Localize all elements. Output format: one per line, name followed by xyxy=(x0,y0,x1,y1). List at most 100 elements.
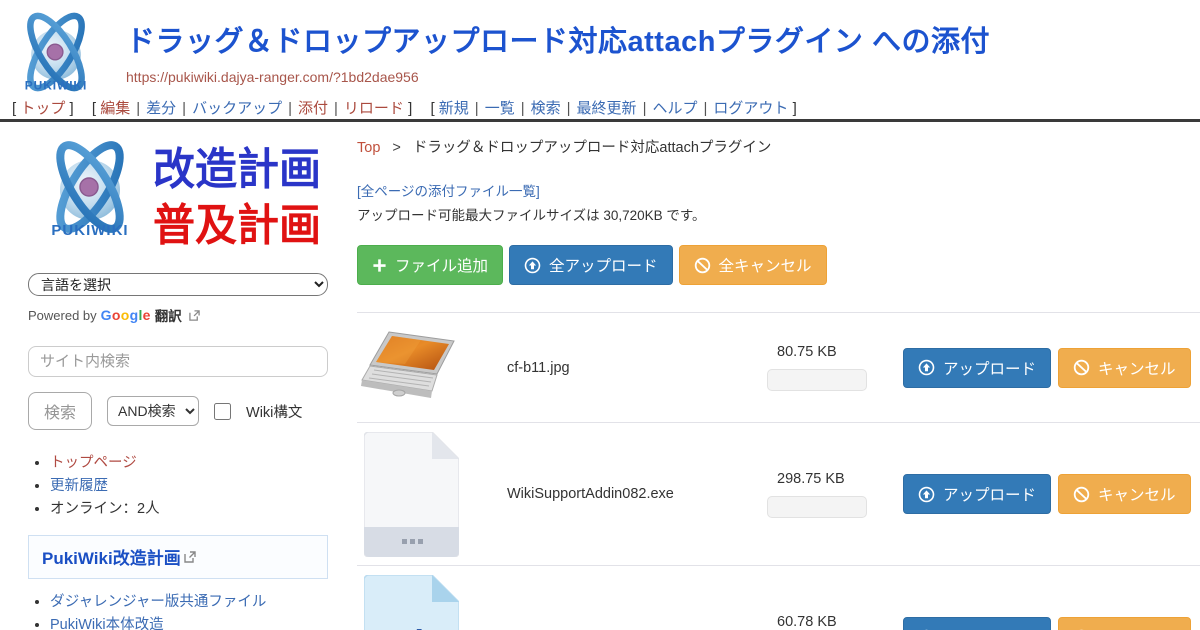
top-navbar: [ トップ ] [ 編集 | 差分 | バックアップ | 添付 | リロード ] [ 新規 | 一覧… xyxy=(0,92,1200,119)
add-file-label: ファイル追加 xyxy=(395,254,488,276)
external-link-icon xyxy=(189,310,200,321)
file-size: 80.75 KB xyxy=(767,344,885,360)
upload-all-button[interactable]: 全アップロード xyxy=(509,245,673,285)
upload-toolbar: ファイル追加 全アップロード 全キャンセル xyxy=(357,245,1200,285)
bracket: ] xyxy=(408,100,412,117)
cancel-button[interactable]: キャンセル xyxy=(1058,617,1191,630)
all-pages-attach-list-link[interactable]: [全ページの添付ファイル一覧] xyxy=(357,184,540,199)
upload-circle-icon xyxy=(524,257,541,274)
nav-help[interactable]: ヘルプ xyxy=(652,100,697,117)
site-search-input[interactable] xyxy=(28,346,328,377)
separator: | xyxy=(334,100,338,117)
separator: | xyxy=(475,100,479,117)
nav-attach[interactable]: 添付 xyxy=(298,100,328,117)
ban-icon xyxy=(1073,486,1090,503)
nav-recent[interactable]: 最終更新 xyxy=(577,100,637,117)
separator: | xyxy=(288,100,292,117)
external-link-icon xyxy=(184,551,196,563)
file-name: WikiSupportAddin082.exe xyxy=(507,486,767,502)
search-button[interactable]: 検索 xyxy=(28,392,92,430)
separator: | xyxy=(703,100,707,117)
generic-file-icon xyxy=(364,432,459,557)
plus-icon xyxy=(372,258,387,273)
breadcrumb: Top > ドラッグ＆ドロップアップロード対応attachプラグイン xyxy=(357,136,1200,157)
search-mode-select[interactable]: AND検索 xyxy=(107,396,199,426)
breadcrumb-current-page: ドラッグ＆ドロップアップロード対応attachプラグイン xyxy=(413,140,772,156)
cancel-label: キャンセル xyxy=(1098,483,1176,505)
cancel-label: キャンセル xyxy=(1098,626,1176,630)
nav-top[interactable]: トップ xyxy=(20,100,65,117)
file-row: cf-b11.jpg 80.75 KB アップロード xyxy=(357,312,1200,422)
cancel-label: キャンセル xyxy=(1098,357,1176,379)
file-size: 60.78 KB xyxy=(767,614,885,630)
language-select[interactable]: 言語を選択 xyxy=(28,273,328,296)
file-name: cf-b11.jpg xyxy=(507,360,767,376)
upload-circle-icon xyxy=(918,486,935,503)
sidebar-item-update-history[interactable]: 更新履歴 xyxy=(50,478,108,494)
page-header: PUKIWIKI ドラッグ＆ドロップアップロード対応attachプラグイン への… xyxy=(0,0,1200,92)
cancel-button[interactable]: キャンセル xyxy=(1058,348,1191,388)
pukiwiki-atom-logo[interactable]: PUKIWIKI xyxy=(10,6,102,98)
cancel-all-label: 全キャンセル xyxy=(719,254,812,276)
sidebar: PUKIWIKI 改造計画 普及計画 言語を選択 Powered by Goog… xyxy=(0,122,345,630)
nav-diff[interactable]: 差分 xyxy=(146,100,176,117)
nav-backup[interactable]: バックアップ xyxy=(192,100,282,117)
page-url: https://pukiwiki.dajya-ranger.com/?1bd2d… xyxy=(126,69,990,85)
upload-label: アップロード xyxy=(943,626,1036,630)
nav-edit[interactable]: 編集 xyxy=(100,100,130,117)
online-count: オンライン：2人 xyxy=(50,501,160,517)
sidebar-item-top-page[interactable]: トップページ xyxy=(50,455,137,471)
list-item: ダジャレンジャー版共通ファイル xyxy=(50,592,345,614)
code-glyph: </> xyxy=(371,621,450,630)
google-translate-credit: Powered by Google 翻訳 xyxy=(28,305,345,325)
file-row: WikiSupportAddin082.exe 298.75 KB アップロード xyxy=(357,422,1200,565)
bracket: [ xyxy=(12,100,16,117)
nav-logout[interactable]: ログアウト xyxy=(713,100,788,117)
upload-progress-bar xyxy=(767,496,867,518)
ban-icon xyxy=(694,257,711,274)
list-item: オンライン：2人 xyxy=(50,499,345,521)
pukiwiki-kaizo-link[interactable]: PukiWiki改造計画 xyxy=(42,549,181,568)
google-logo: Google xyxy=(101,307,151,323)
upload-button[interactable]: アップロード xyxy=(903,474,1051,514)
translate-link[interactable]: 翻訳 xyxy=(155,305,182,325)
upload-label: アップロード xyxy=(943,357,1036,379)
banner-line2: 普及計画 xyxy=(153,201,321,250)
separator: | xyxy=(182,100,186,117)
banner-wordmark: PUKIWIKI xyxy=(51,222,128,239)
list-item: トップページ xyxy=(50,453,345,475)
cancel-all-button[interactable]: 全キャンセル xyxy=(679,245,827,285)
separator: | xyxy=(643,100,647,117)
kaizo-fukyu-banner[interactable]: PUKIWIKI 改造計画 普及計画 xyxy=(28,132,328,252)
bracket: ] xyxy=(70,100,74,117)
breadcrumb-home[interactable]: Top xyxy=(357,140,380,156)
upload-circle-icon xyxy=(918,359,935,376)
pukiwiki-kaizo-box: PukiWiki改造計画 xyxy=(28,535,328,579)
list-item: PukiWiki本体改造 xyxy=(50,615,345,630)
upload-all-label: 全アップロード xyxy=(549,254,658,276)
wiki-syntax-label: Wiki構文 xyxy=(246,401,302,422)
nav-new[interactable]: 新規 xyxy=(439,100,469,117)
cancel-button[interactable]: キャンセル xyxy=(1058,474,1191,514)
upload-button[interactable]: アップロード xyxy=(903,617,1051,630)
bracket: [ xyxy=(430,100,434,117)
separator: | xyxy=(567,100,571,117)
upload-button[interactable]: アップロード xyxy=(903,348,1051,388)
code-file-icon: </> xyxy=(364,575,459,630)
sidebar-item-core-mod[interactable]: PukiWiki本体改造 xyxy=(50,617,164,630)
nav-reload[interactable]: リロード xyxy=(344,100,404,117)
ban-icon xyxy=(1073,359,1090,376)
wiki-syntax-checkbox[interactable] xyxy=(214,403,231,420)
nav-search[interactable]: 検索 xyxy=(531,100,561,117)
bracket: [ xyxy=(92,100,96,117)
list-item: 更新履歴 xyxy=(50,476,345,498)
add-file-button[interactable]: ファイル追加 xyxy=(357,245,503,285)
page-title: ドラッグ＆ドロップアップロード対応attachプラグイン への添付 xyxy=(126,18,990,60)
max-upload-size-text: アップロード可能最大ファイルサイズは 30,720KB です。 xyxy=(357,204,1200,224)
nav-list[interactable]: 一覧 xyxy=(485,100,515,117)
logo-wordmark: PUKIWIKI xyxy=(25,79,87,93)
main-content: Top > ドラッグ＆ドロップアップロード対応attachプラグイン [全ページ… xyxy=(345,122,1200,630)
sidebar-item-common-files[interactable]: ダジャレンジャー版共通ファイル xyxy=(50,594,266,610)
file-row: </> contents.html 60.78 KB アップロード xyxy=(357,565,1200,630)
upload-file-list: cf-b11.jpg 80.75 KB アップロード xyxy=(357,312,1200,630)
